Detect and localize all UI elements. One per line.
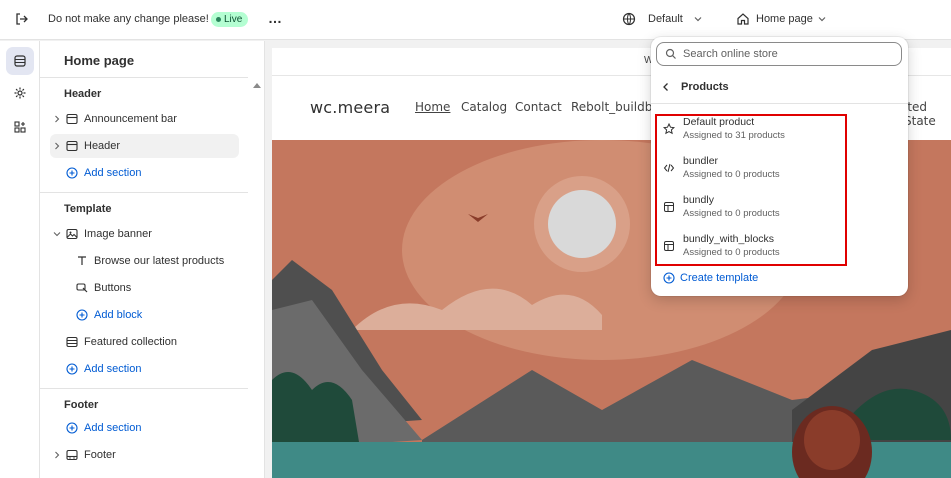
gear-icon [14,87,26,99]
section-icon [64,113,80,125]
top-bar: Do not make any change please! Live … De… [0,0,951,40]
button-icon [74,282,90,294]
live-dot-icon [216,17,221,22]
country-selector[interactable]: ited State [904,100,951,128]
search-icon [665,48,676,59]
plus-circle-icon [64,422,80,434]
more-actions-button[interactable]: … [268,10,283,26]
highlight-annotation [655,114,847,266]
block-heading[interactable]: Browse our latest products [74,249,239,273]
chevron-down-icon [818,17,826,22]
section-label: Header [84,140,121,152]
section-featured-collection[interactable]: Featured collection [50,330,239,354]
image-icon [64,228,80,240]
theme-selector-label: Default [648,13,683,25]
plus-circle-icon [663,272,675,284]
page-title: Home page [64,53,135,68]
add-block-label: Add block [94,309,143,321]
template-group-title: Template [64,203,112,215]
section-label: Image banner [84,228,152,240]
sections-icon [14,55,26,67]
store-logo[interactable]: wc.meera [310,98,390,117]
section-image-banner[interactable]: Image banner [50,222,239,246]
section-label: Featured collection [84,336,177,348]
divider [40,77,248,78]
plus-circle-icon [64,167,80,179]
add-section-header-button[interactable]: Add section [50,161,239,185]
text-icon [74,255,90,267]
search-input[interactable] [683,48,893,60]
add-section-label: Add section [84,167,142,179]
chevron-right-icon[interactable] [50,451,64,459]
header-group-title: Header [64,88,102,100]
add-block-button[interactable]: Add block [74,303,239,327]
add-section-template-button[interactable]: Add section [50,357,239,381]
apps-tab[interactable] [6,113,34,141]
divider [651,103,908,104]
block-label: Browse our latest products [94,255,225,267]
block-buttons[interactable]: Buttons [74,276,239,300]
section-icon [64,140,80,152]
divider [40,192,248,193]
live-label: Live [224,14,243,25]
chevron-right-icon[interactable] [50,142,64,150]
section-footer[interactable]: Footer [50,443,239,467]
home-icon [737,13,749,25]
page-selector-label: Home page [756,13,813,25]
section-label: Footer [84,449,116,461]
create-template-label: Create template [680,272,759,284]
page-selector[interactable]: Home page [736,12,827,26]
add-section-label: Add section [84,422,142,434]
nav-contact[interactable]: Contact [515,100,562,114]
scroll-up-arrow-icon[interactable] [253,83,261,88]
chevron-left-icon [663,83,668,91]
back-to-products-button[interactable]: Products [661,81,729,93]
footer-icon [64,449,80,461]
nav-catalog[interactable]: Catalog [461,100,507,114]
create-template-button[interactable]: Create template [663,272,758,284]
section-announcement-bar[interactable]: Announcement bar [50,107,239,131]
sections-sidebar: Home page Header Announcement bar Header… [40,41,265,478]
store-message: Do not make any change please! [48,13,209,25]
settings-tab[interactable] [6,79,34,107]
search-field[interactable] [656,42,902,66]
chevron-right-icon[interactable] [50,115,64,123]
nav-home[interactable]: Home [415,100,450,114]
divider [40,388,248,389]
section-label: Announcement bar [84,113,177,125]
block-label: Buttons [94,282,132,294]
globe-icon [622,12,636,26]
section-header[interactable]: Header [50,134,239,158]
add-section-footer-button[interactable]: Add section [50,416,239,440]
apps-icon [14,121,26,133]
products-label: Products [681,81,729,93]
live-badge: Live [211,12,249,27]
collection-icon [64,336,80,348]
plus-circle-icon [64,363,80,375]
theme-selector[interactable]: Default [622,12,703,26]
chevron-down-icon [694,17,702,22]
add-section-label: Add section [84,363,142,375]
exit-icon[interactable] [14,12,28,26]
chevron-down-icon[interactable] [50,230,64,238]
footer-group-title: Footer [64,399,99,411]
sections-tab[interactable] [6,47,34,75]
plus-circle-icon [74,309,90,321]
left-rail [0,41,40,478]
